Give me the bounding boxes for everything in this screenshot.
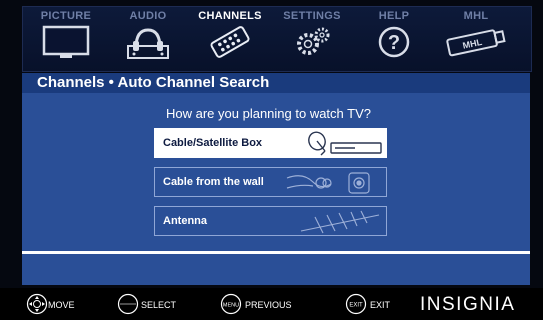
option-label: Cable/Satellite Box <box>163 137 263 149</box>
question-text: How are you planning to watch TV? <box>166 106 371 121</box>
hint-exit-label: EXIT <box>370 300 391 310</box>
gears-icon <box>297 27 330 55</box>
cable-box-icon <box>308 131 382 156</box>
panel-divider <box>22 251 530 254</box>
footer-hint-bar: MOVE SELECT MENU PREVIOUS EXIT EXIT INSI… <box>0 288 543 320</box>
tab-label: PICTURE <box>40 10 92 22</box>
remote-icon <box>210 26 250 58</box>
tab-label: MHL <box>463 10 489 22</box>
tab-help[interactable]: HELP ? <box>353 7 435 71</box>
panel-title-bar: Channels • Auto Channel Search <box>22 73 530 93</box>
menu-button-icon: MENU <box>220 293 242 315</box>
tab-label: AUDIO <box>129 10 167 22</box>
dpad-icon <box>26 293 48 315</box>
hint-select-label: SELECT <box>141 300 177 310</box>
main-menu-bar: PICTURE AUDIO CHANNELS SETTINGS HELP ? M… <box>22 6 532 72</box>
headphones-icon <box>127 28 169 59</box>
question-icon: ? <box>378 26 410 58</box>
tab-label: SETTINGS <box>283 10 341 22</box>
option-antenna[interactable]: Antenna <box>154 206 387 236</box>
ok-button-icon <box>117 293 139 315</box>
option-cable-from-wall[interactable]: Cable from the wall <box>154 167 387 197</box>
hint-previous-label: PREVIOUS <box>245 300 292 310</box>
svg-text:?: ? <box>388 32 400 54</box>
wall-cable-icon <box>286 172 370 194</box>
antenna-icon <box>300 210 380 234</box>
tab-audio[interactable]: AUDIO <box>107 7 189 71</box>
tv-screen: PICTURE AUDIO CHANNELS SETTINGS HELP ? M… <box>0 0 543 320</box>
tab-label: CHANNELS <box>198 10 262 22</box>
page-title: Channels • Auto Channel Search <box>37 74 270 91</box>
option-label: Antenna <box>163 215 207 227</box>
tab-mhl[interactable]: MHL MHL <box>435 7 517 71</box>
menu-button-text: MENU <box>223 303 239 309</box>
exit-button-icon: EXIT <box>345 293 367 315</box>
brand-logo: INSIGNIA <box>420 294 516 315</box>
exit-button-text: EXIT <box>349 303 363 309</box>
mhl-icon: MHL <box>446 29 506 57</box>
tv-icon <box>42 25 90 58</box>
tab-settings[interactable]: SETTINGS <box>271 7 353 71</box>
tab-label: HELP <box>378 10 410 22</box>
option-cable-satellite-box[interactable]: Cable/Satellite Box <box>154 128 387 158</box>
hint-move-label: MOVE <box>48 300 75 310</box>
tab-picture[interactable]: PICTURE <box>25 7 107 71</box>
option-label: Cable from the wall <box>163 176 264 188</box>
auto-channel-search-panel: Channels • Auto Channel Search How are y… <box>22 73 530 285</box>
tab-channels[interactable]: CHANNELS <box>189 7 271 71</box>
